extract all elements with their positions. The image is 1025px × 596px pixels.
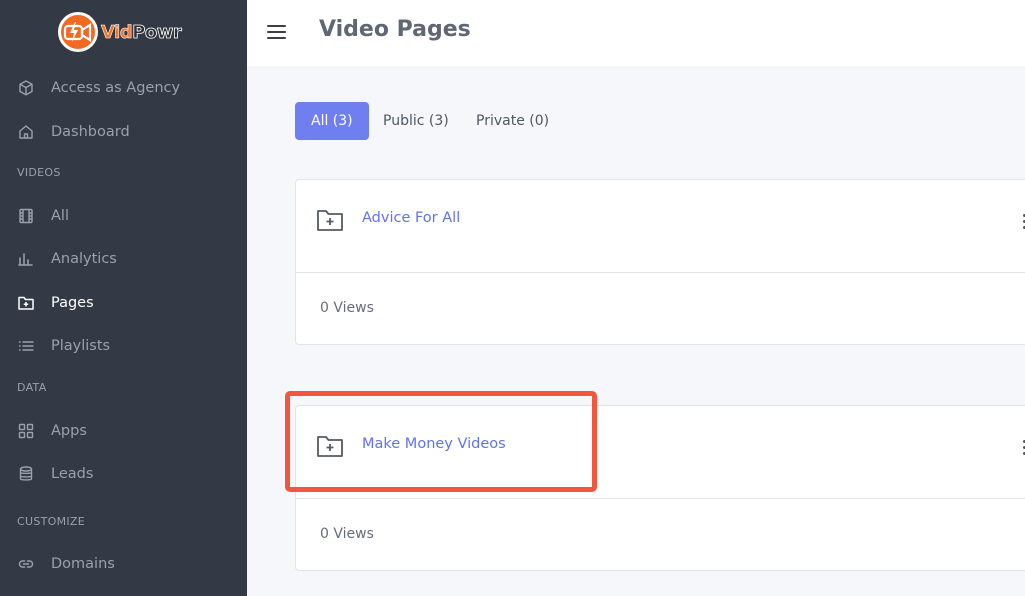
sidebar-item-label: Apps	[51, 423, 87, 439]
sidebar: VidPowr Access as Agency Dashboard VIDEO…	[0, 0, 247, 596]
page-title-link[interactable]: Make Money Videos	[362, 436, 506, 452]
sidebar-item-label: Analytics	[51, 251, 117, 267]
database-icon	[17, 465, 35, 483]
sidebar-item-domains[interactable]: Domains	[0, 546, 247, 582]
cube-icon	[17, 79, 35, 97]
bar-chart-icon	[17, 250, 35, 268]
tab-public[interactable]: Public (3)	[367, 102, 465, 140]
sidebar-item-label: Dashboard	[51, 124, 130, 140]
sidebar-item-dashboard[interactable]: Dashboard	[0, 114, 247, 150]
video-page-card: Advice For All 0 Views	[295, 179, 1025, 345]
vidpowr-logo[interactable]: VidPowr	[58, 12, 182, 52]
list-icon	[17, 337, 35, 355]
card-header: Make Money Videos	[296, 406, 1025, 499]
sidebar-item-analytics[interactable]: Analytics	[0, 241, 247, 277]
page-title-link[interactable]: Advice For All	[362, 210, 460, 226]
folder-plus-icon	[316, 433, 344, 459]
folder-plus-icon	[17, 294, 35, 312]
logo-camera-bolt-icon	[58, 12, 98, 52]
section-label-customize: CUSTOMIZE	[17, 515, 86, 528]
folder-plus-icon	[316, 207, 344, 233]
sidebar-item-label: Access as Agency	[51, 80, 181, 96]
sidebar-item-pages[interactable]: Pages	[0, 285, 247, 321]
home-icon	[17, 123, 35, 141]
sidebar-item-label: All	[51, 208, 69, 224]
video-page-card: Make Money Videos 0 Views	[295, 405, 1025, 571]
view-count: 0 Views	[320, 526, 374, 542]
sidebar-item-label: Leads	[51, 466, 94, 482]
top-header: Video Pages	[247, 0, 1025, 66]
sidebar-item-playlists[interactable]: Playlists	[0, 328, 247, 364]
sidebar-item-leads[interactable]: Leads	[0, 456, 247, 492]
view-count: 0 Views	[320, 300, 374, 316]
card-header: Advice For All	[296, 180, 1025, 273]
sidebar-item-label: Domains	[51, 556, 115, 572]
section-label-data: DATA	[17, 381, 47, 394]
tab-private[interactable]: Private (0)	[460, 102, 565, 140]
link-icon	[17, 555, 35, 573]
film-icon	[17, 207, 35, 225]
sidebar-item-all[interactable]: All	[0, 198, 247, 234]
sidebar-item-apps[interactable]: Apps	[0, 413, 247, 449]
page-title: Video Pages	[319, 17, 471, 42]
section-label-videos: VIDEOS	[17, 166, 61, 179]
menu-toggle-icon[interactable]	[267, 24, 287, 40]
grid-icon	[17, 422, 35, 440]
sidebar-item-access-as-agency[interactable]: Access as Agency	[0, 70, 247, 106]
sidebar-item-label: Pages	[51, 295, 94, 311]
sidebar-item-label: Playlists	[51, 338, 111, 354]
tab-all[interactable]: All (3)	[295, 102, 369, 140]
logo-text: VidPowr	[101, 21, 182, 43]
